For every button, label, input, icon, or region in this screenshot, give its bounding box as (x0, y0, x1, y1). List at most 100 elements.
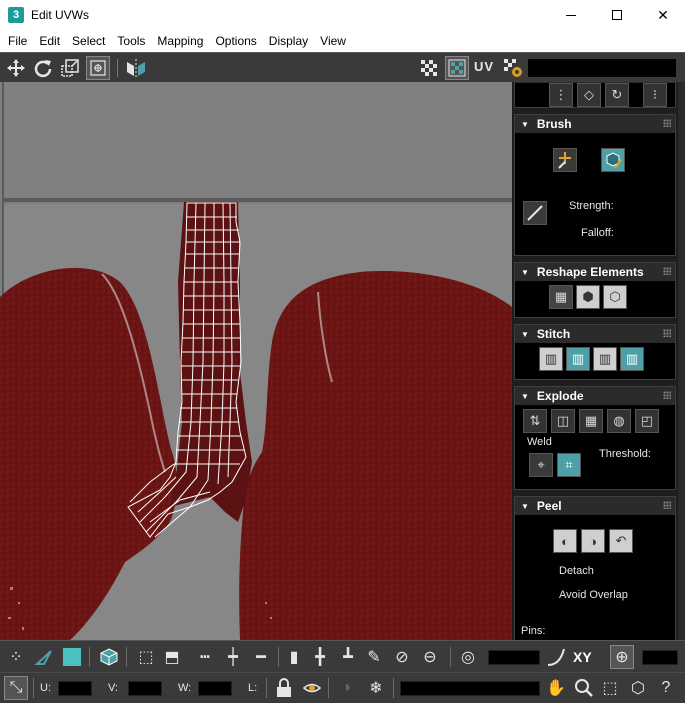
detach-label: Detach (559, 565, 594, 577)
absolute-offset-icon[interactable]: ⤡ (4, 676, 28, 700)
menu-options[interactable]: Options (209, 30, 262, 52)
freeform-icon[interactable] (86, 56, 110, 80)
relax-icon[interactable]: ⬢ (576, 285, 600, 309)
peel-mode-icon[interactable]: ◑ (581, 529, 605, 553)
uv-label: UV (474, 59, 495, 74)
vertex-mode-icon[interactable]: ⁘ (4, 645, 28, 669)
stitch-custom-icon[interactable]: ▥ (539, 347, 563, 371)
reshape-header[interactable]: ▼ Reshape Elements (515, 263, 675, 281)
face-mode-icon[interactable] (60, 645, 84, 669)
select-element-icon[interactable]: ⬒ (160, 645, 184, 669)
move-icon[interactable] (4, 56, 28, 80)
menu-select[interactable]: Select (66, 30, 111, 52)
map-options-icon[interactable] (501, 56, 525, 80)
maximize-button[interactable] (594, 0, 640, 30)
menu-file[interactable]: File (2, 30, 33, 52)
rotate-icon[interactable] (31, 56, 55, 80)
menu-display[interactable]: Display (263, 30, 314, 52)
minimize-button[interactable] (548, 0, 594, 30)
explode-to-islands-icon[interactable]: ◫ (551, 409, 575, 433)
xy-label[interactable]: XY (573, 649, 592, 665)
falloff-space-field[interactable] (642, 650, 678, 665)
checker-icon[interactable] (417, 56, 441, 80)
grow-plus-icon[interactable]: ┿ (220, 645, 246, 669)
brush-falloff-icon[interactable] (523, 201, 547, 225)
relax-brush-icon[interactable] (601, 148, 625, 172)
show-map-icon[interactable] (445, 56, 469, 80)
world-space-icon[interactable]: ⊕ (610, 645, 634, 669)
panel-scrollbar[interactable] (678, 82, 685, 640)
rollout-peel: ▼ Peel ◐ ◑ ↶ Detach Avoid Overlap Pins: (514, 496, 676, 640)
menu-mapping[interactable]: Mapping (151, 30, 209, 52)
edge-mode-icon[interactable] (32, 645, 56, 669)
zoom-region-icon[interactable]: ⬚ (598, 676, 622, 700)
shrink-minus-icon[interactable]: ━ (248, 645, 274, 669)
help-icon[interactable]: ? (654, 676, 678, 700)
menu-edit[interactable]: Edit (33, 30, 66, 52)
zoom-icon[interactable] (572, 676, 596, 700)
weld-selected-icon[interactable]: ⌖ (529, 453, 553, 477)
shrink-select-icon[interactable]: ⁝ (643, 83, 667, 107)
zoom-extents-icon[interactable]: ⬡ (626, 676, 650, 700)
grow-edge-icon[interactable]: ┅ (192, 645, 218, 669)
reset-peel-icon[interactable]: ↶ (609, 529, 633, 553)
loop-icon[interactable]: ▮ (282, 645, 306, 669)
grow-select-icon[interactable]: ↻ (605, 83, 629, 107)
u-field[interactable] (58, 681, 92, 696)
explode-header[interactable]: ▼ Explode (515, 387, 675, 405)
explode-material-icon[interactable]: ◰ (635, 409, 659, 433)
toolbar-separator (89, 647, 90, 667)
toolbar-separator (117, 59, 118, 77)
stitch-header[interactable]: ▼ Stitch (515, 325, 675, 343)
paint-grow-icon[interactable]: ⊘ (390, 645, 414, 669)
soft-selection-field[interactable] (488, 650, 540, 665)
maximize-icon (612, 10, 622, 20)
stitch-source-icon[interactable]: ▥ (566, 347, 590, 371)
stitch-average-icon[interactable]: ▥ (593, 347, 617, 371)
toolbar-separator (278, 647, 279, 667)
paint-shrink-icon[interactable]: ⊖ (418, 645, 442, 669)
paint-move-icon[interactable] (553, 148, 577, 172)
v-field[interactable] (128, 681, 162, 696)
falloff-curve-icon[interactable] (544, 645, 568, 669)
close-button[interactable]: ✕ (640, 0, 685, 30)
bottom-toolbar-1: ⁘ ⬚ ⬒ ┅ ┿ ━ ▮ ╋ ┻ ✎ ⊘ ⊖ ◎ XY ⊕ (0, 640, 685, 672)
top-toolbar: UV (0, 52, 685, 82)
menu-view[interactable]: View (314, 30, 352, 52)
lock-icon[interactable] (272, 676, 296, 700)
loop-select-icon[interactable]: ⋮ (549, 83, 573, 107)
avoid-overlap-label: Avoid Overlap (559, 589, 628, 601)
ring-select-icon[interactable]: ◇ (577, 83, 601, 107)
menu-tools[interactable]: Tools (111, 30, 151, 52)
map-dropdown[interactable] (528, 59, 676, 77)
weld-target-icon[interactable]: ⌗ (557, 453, 581, 477)
loop-grow-icon[interactable]: ╋ (308, 645, 332, 669)
selection-filter-field[interactable] (400, 681, 540, 696)
scale-icon[interactable] (58, 56, 82, 80)
loop-shrink-icon[interactable]: ┻ (336, 645, 360, 669)
close-icon: ✕ (657, 6, 669, 23)
hide-icon[interactable]: ◑ (334, 676, 358, 700)
flatten-icon[interactable]: ⬡ (603, 285, 627, 309)
quick-peel-icon[interactable]: ◐ (553, 529, 577, 553)
straighten-icon[interactable]: ▦ (549, 285, 573, 309)
break-icon[interactable]: ⇅ (523, 409, 547, 433)
stitch-target-icon[interactable]: ▥ (620, 347, 644, 371)
peel-header[interactable]: ▼ Peel (515, 497, 675, 515)
viewport-canvas (0, 82, 512, 640)
element-mode-icon[interactable] (97, 645, 121, 669)
freeze-icon[interactable]: ❄ (364, 676, 388, 700)
mirror-icon[interactable] (124, 56, 148, 80)
pan-icon[interactable]: ✋ (544, 676, 568, 700)
w-field[interactable] (198, 681, 232, 696)
soft-selection-icon[interactable]: ◎ (456, 645, 480, 669)
explode-faces-icon[interactable]: ▦ (579, 409, 603, 433)
filter-visible-icon[interactable] (300, 676, 324, 700)
u-label: U: (40, 682, 51, 694)
brush-header[interactable]: ▼ Brush (515, 115, 675, 133)
uv-viewport[interactable] (0, 82, 512, 640)
explode-smoothing-icon[interactable]: ◍ (607, 409, 631, 433)
rect-select-icon[interactable]: ⬚ (134, 645, 158, 669)
paint-select-icon[interactable]: ✎ (362, 645, 386, 669)
toolbar-separator (450, 647, 451, 667)
